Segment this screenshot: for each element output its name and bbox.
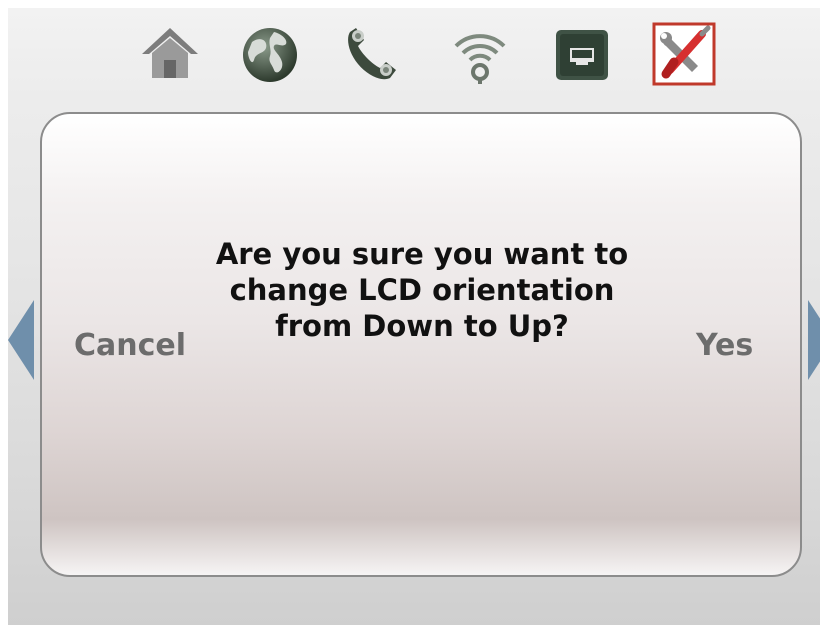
- cancel-button[interactable]: Cancel: [74, 328, 186, 363]
- next-arrow-icon[interactable]: [808, 300, 820, 380]
- wifi-icon[interactable]: [448, 22, 512, 86]
- previous-arrow-icon[interactable]: [8, 300, 34, 380]
- phone-icon[interactable]: [338, 22, 402, 86]
- confirmation-dialog: Cancel Are you sure you want to change L…: [40, 112, 802, 577]
- dialog-message: Are you sure you want to change LCD orie…: [215, 237, 629, 343]
- top-icon-bar: [8, 8, 820, 108]
- lcd-screen: Cancel Are you sure you want to change L…: [8, 8, 820, 625]
- ethernet-port-icon[interactable]: [550, 22, 614, 86]
- tools-settings-icon[interactable]: [652, 22, 716, 86]
- yes-button[interactable]: Yes: [696, 328, 753, 363]
- home-icon[interactable]: [138, 22, 202, 86]
- internet-globe-icon[interactable]: [238, 22, 302, 86]
